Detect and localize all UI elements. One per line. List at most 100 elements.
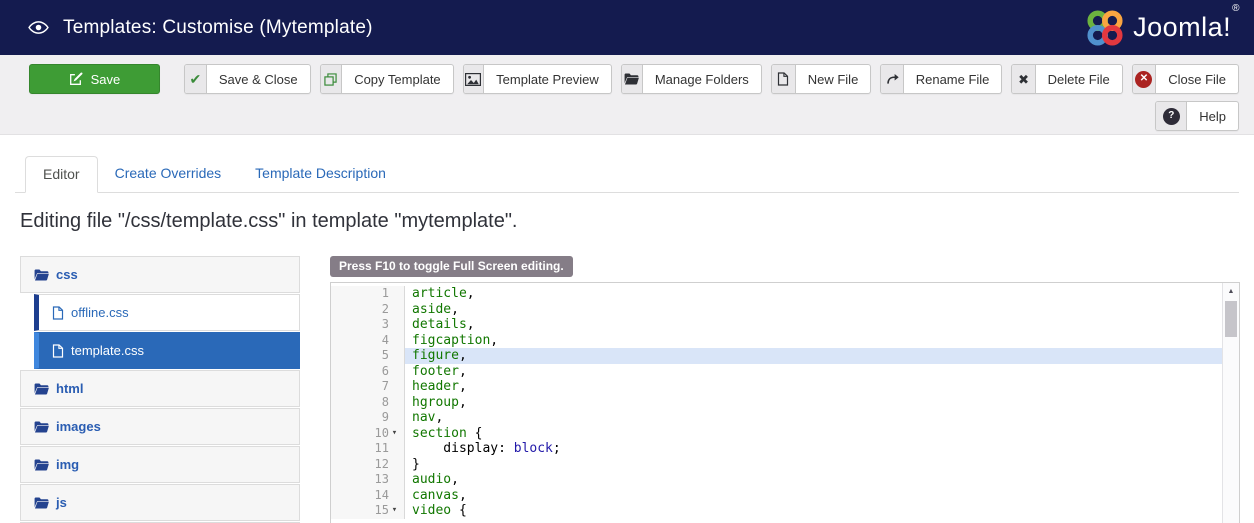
- tab-bar: EditorCreate OverridesTemplate Descripti…: [15, 155, 1239, 193]
- gutter-cell: 14: [331, 488, 405, 504]
- fold-caret-down-icon[interactable]: ▾: [389, 503, 400, 519]
- code-line-3[interactable]: 3details,: [331, 317, 1222, 333]
- tree-folder-img[interactable]: img: [20, 446, 300, 483]
- code-text: footer,: [405, 364, 1222, 380]
- code-line-8[interactable]: 8hgroup,: [331, 395, 1222, 411]
- code-text: article,: [405, 286, 1222, 302]
- code-line-5[interactable]: 5 figure,: [331, 348, 1222, 364]
- toolbar-buttons: Save ✔Save & Close Copy Template Template P…: [29, 64, 1239, 94]
- code-line-13[interactable]: 13audio,: [331, 472, 1222, 488]
- folder-label: images: [56, 419, 101, 434]
- gutter-cell: 13: [331, 472, 405, 488]
- code-text: figcaption,: [405, 333, 1222, 349]
- tree-folder-html[interactable]: html: [20, 370, 300, 407]
- save-button[interactable]: Save: [29, 64, 160, 94]
- code-line-14[interactable]: 14canvas,: [331, 488, 1222, 504]
- tree-file-template-css[interactable]: template.css: [34, 332, 300, 369]
- code-line-15[interactable]: 15▾video {: [331, 503, 1222, 519]
- gutter-cell: 11: [331, 441, 405, 457]
- joomla-logo-icon: [1085, 8, 1125, 48]
- code-line-7[interactable]: 7 header,: [331, 379, 1222, 395]
- code-line-12[interactable]: 12}: [331, 457, 1222, 473]
- fold-caret-down-icon[interactable]: ▾: [389, 426, 400, 442]
- folder-label: html: [56, 381, 83, 396]
- file-icon: [772, 65, 796, 93]
- close-file-button[interactable]: ✕Close File: [1132, 64, 1239, 94]
- code-text: nav,: [405, 410, 1222, 426]
- editing-file-heading: Editing file "/css/template.css" in temp…: [20, 210, 1234, 233]
- redo-arrow-icon: [881, 65, 903, 93]
- file-label: offline.css: [71, 305, 129, 320]
- line-number: 4: [382, 333, 389, 349]
- template-preview-button[interactable]: Template Preview: [463, 64, 612, 94]
- tab-editor[interactable]: Editor: [25, 156, 98, 193]
- line-number: 15: [375, 503, 389, 519]
- folder-icon: [34, 497, 49, 509]
- code-text: audio,: [405, 472, 1222, 488]
- fullscreen-hint-badge: Press F10 to toggle Full Screen editing.: [330, 256, 573, 277]
- folder-icon: [34, 269, 49, 281]
- code-line-4[interactable]: 4 figcaption,: [331, 333, 1222, 349]
- gutter-cell: 8: [331, 395, 405, 411]
- copy-template-button[interactable]: Copy Template: [320, 64, 454, 94]
- rename-file-button[interactable]: Rename File: [880, 64, 1002, 94]
- code-line-11[interactable]: 11 display: block;: [331, 441, 1222, 457]
- file-tree: css offline.css template.css html images imgj…: [20, 256, 300, 523]
- times-icon: ✖: [1012, 65, 1035, 93]
- new-file-button[interactable]: New File: [771, 64, 872, 94]
- file-icon: [52, 306, 64, 320]
- file-icon: [52, 344, 64, 358]
- editor-scrollbar[interactable]: ▲: [1222, 283, 1239, 523]
- code-text: video {: [405, 503, 1222, 519]
- tree-folder-js[interactable]: js: [20, 484, 300, 521]
- code-text: figure,: [405, 348, 1222, 364]
- line-number: 6: [382, 364, 389, 380]
- code-line-2[interactable]: 2aside,: [331, 302, 1222, 318]
- manage-folders-label: Manage Folders: [643, 65, 761, 93]
- tree-file-offline-css[interactable]: offline.css: [34, 294, 300, 331]
- line-number: 7: [382, 379, 389, 395]
- delete-file-label: Delete File: [1036, 65, 1122, 93]
- code-line-1[interactable]: 1 article,: [331, 286, 1222, 302]
- scrollbar-thumb[interactable]: [1225, 301, 1237, 337]
- tab-template-description[interactable]: Template Description: [238, 156, 403, 193]
- delete-file-button[interactable]: ✖Delete File: [1011, 64, 1122, 94]
- code-text: aside,: [405, 302, 1222, 318]
- gutter-cell: 15▾: [331, 503, 405, 519]
- new-file-label: New File: [796, 65, 871, 93]
- pencil-square-icon: [69, 72, 83, 86]
- code-line-9[interactable]: 9 nav,: [331, 410, 1222, 426]
- code-lines: 1 article,2aside,3details,4 figcaption, 5 fi…: [331, 283, 1222, 519]
- toolbar: Save ✔Save & Close Copy Template Template P…: [0, 55, 1254, 135]
- tree-folder-images[interactable]: images: [20, 408, 300, 445]
- line-number: 9: [382, 410, 389, 426]
- code-line-10[interactable]: 10▾section {: [331, 426, 1222, 442]
- gutter-cell: 6: [331, 364, 405, 380]
- line-number: 1: [382, 286, 389, 302]
- picture-icon: [464, 65, 484, 93]
- eye-icon: [28, 21, 49, 34]
- gutter-cell: 2: [331, 302, 405, 318]
- times-circle-icon: ✕: [1133, 65, 1156, 93]
- folder-icon: [34, 459, 49, 471]
- code-text: }: [405, 457, 1222, 473]
- file-label: template.css: [71, 343, 144, 358]
- line-number: 3: [382, 317, 389, 333]
- scrollbar-up-arrow-icon[interactable]: ▲: [1223, 283, 1239, 300]
- help-button[interactable]: ? Help: [1155, 101, 1239, 131]
- code-text: header,: [405, 379, 1222, 395]
- code-line-6[interactable]: 6 footer,: [331, 364, 1222, 380]
- tree-folder-css[interactable]: css: [20, 256, 300, 293]
- tab-create-overrides[interactable]: Create Overrides: [98, 156, 239, 193]
- copy-template-label: Copy Template: [342, 65, 452, 93]
- main-content: css offline.css template.css html images imgj…: [20, 256, 1240, 523]
- gutter-cell: 5: [331, 348, 405, 364]
- tabs: EditorCreate OverridesTemplate Descripti…: [15, 155, 1239, 192]
- gutter-cell: 4: [331, 333, 405, 349]
- line-number: 5: [382, 348, 389, 364]
- registered-mark: ®: [1232, 3, 1240, 14]
- manage-folders-button[interactable]: Manage Folders: [621, 64, 762, 94]
- code-editor[interactable]: 1 article,2aside,3details,4 figcaption, 5 fi…: [330, 282, 1240, 523]
- save-close-button[interactable]: ✔Save & Close: [184, 64, 311, 94]
- gutter-cell: 1: [331, 286, 405, 302]
